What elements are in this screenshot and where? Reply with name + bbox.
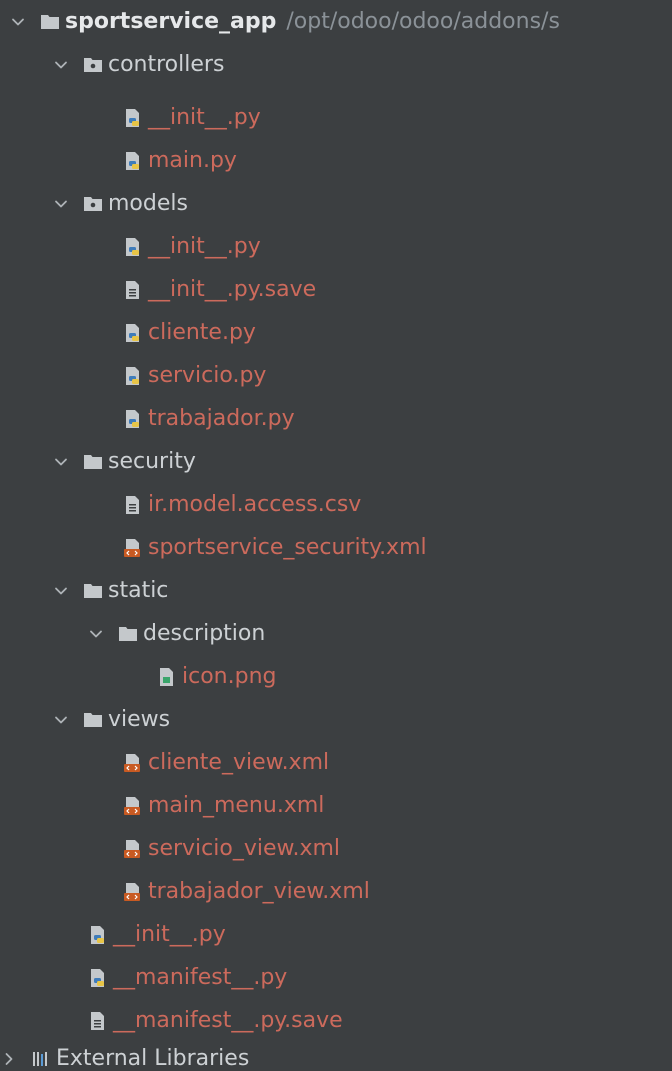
python-file-icon xyxy=(122,107,144,129)
chevron-down-icon[interactable] xyxy=(52,582,70,600)
tree-node-label: trabajador.py xyxy=(148,406,295,431)
tree-node-label: servicio_view.xml xyxy=(148,836,341,861)
xml-file-icon xyxy=(122,881,144,903)
tree-node-models-init[interactable]: __init__.py xyxy=(0,225,672,268)
tree-node-controllers-main[interactable]: main.py xyxy=(0,139,672,182)
tree-node-controllers-init[interactable]: __init__.py xyxy=(0,96,672,139)
tree-node-label: main.py xyxy=(148,148,237,173)
tree-node-label: cliente.py xyxy=(148,320,256,345)
tree-node-label: __init__.py xyxy=(148,105,261,130)
tree-node-controllers[interactable]: controllers xyxy=(0,43,672,86)
tree-node-security-access[interactable]: ir.model.access.csv xyxy=(0,483,672,526)
tree-node-static[interactable]: static xyxy=(0,569,672,612)
tree-node-security-xml[interactable]: sportservice_security.xml xyxy=(0,526,672,569)
tree-node-label: External Libraries xyxy=(56,1046,250,1071)
tree-node-label: __init__.py xyxy=(113,922,226,947)
python-file-icon xyxy=(122,150,144,172)
folder-icon xyxy=(82,580,104,602)
python-file-icon xyxy=(122,408,144,430)
tree-node-label: views xyxy=(108,707,171,732)
tree-node-label: __init__.py xyxy=(148,234,261,259)
tree-node-label: static xyxy=(108,578,169,603)
folder-icon xyxy=(82,709,104,731)
tree-node-views-servicio[interactable]: servicio_view.xml xyxy=(0,827,672,870)
python-file-icon xyxy=(122,322,144,344)
folder-icon xyxy=(117,623,139,645)
tree-node-label: ir.model.access.csv xyxy=(148,492,362,517)
tree-node-label: security xyxy=(108,449,196,474)
xml-file-icon xyxy=(122,752,144,774)
tree-node-external-libraries[interactable]: External Libraries xyxy=(0,1037,672,1071)
tree-node-views[interactable]: views xyxy=(0,698,672,741)
tree-node-models[interactable]: models xyxy=(0,182,672,225)
tree-node-security[interactable]: security xyxy=(0,440,672,483)
chevron-down-icon[interactable] xyxy=(52,195,70,213)
tree-node-label: cliente_view.xml xyxy=(148,750,330,775)
tree-node-root-manifest-save[interactable]: __manifest__.py.save xyxy=(0,999,672,1042)
tree-node-models-trabajador[interactable]: trabajador.py xyxy=(0,397,672,440)
chevron-down-icon[interactable] xyxy=(9,13,27,31)
folder-icon xyxy=(82,451,104,473)
chevron-down-icon[interactable] xyxy=(52,56,70,74)
xml-file-icon xyxy=(122,795,144,817)
tree-node-label: description xyxy=(143,621,266,646)
tree-node-label: __manifest__.py xyxy=(113,965,288,990)
chevron-down-icon[interactable] xyxy=(52,453,70,471)
tree-node-label: __manifest__.py.save xyxy=(113,1008,343,1033)
chevron-right-icon[interactable] xyxy=(0,1050,18,1068)
tree-node-models-servicio[interactable]: servicio.py xyxy=(0,354,672,397)
tree-node-label: __init__.py.save xyxy=(148,277,317,302)
tree-node-models-cliente[interactable]: cliente.py xyxy=(0,311,672,354)
library-icon xyxy=(30,1048,52,1070)
python-file-icon xyxy=(122,365,144,387)
tree-node-description[interactable]: description xyxy=(0,612,672,655)
tree-node-views-trabajador[interactable]: trabajador_view.xml xyxy=(0,870,672,913)
python-file-icon xyxy=(122,236,144,258)
text-file-icon xyxy=(87,1010,109,1032)
root-folder-path: /opt/odoo/odoo/addons/s xyxy=(286,9,560,34)
package-folder-icon xyxy=(82,193,104,215)
python-file-icon xyxy=(87,924,109,946)
tree-node-label: sportservice_security.xml xyxy=(148,535,427,560)
tree-node-label: main_menu.xml xyxy=(148,793,325,818)
folder-icon xyxy=(39,11,61,33)
tree-node-label: models xyxy=(108,191,188,216)
tree-node-label: trabajador_view.xml xyxy=(148,879,370,904)
package-folder-icon xyxy=(82,54,104,76)
xml-file-icon xyxy=(122,838,144,860)
tree-node-root-init[interactable]: __init__.py xyxy=(0,913,672,956)
tree-node-icon-png[interactable]: icon.png xyxy=(0,655,672,698)
tree-node-views-cliente[interactable]: cliente_view.xml xyxy=(0,741,672,784)
tree-node-label: servicio.py xyxy=(148,363,267,388)
text-file-icon xyxy=(122,494,144,516)
tree-node-root[interactable]: sportservice_app /opt/odoo/odoo/addons/s xyxy=(0,0,672,43)
xml-file-icon xyxy=(122,537,144,559)
chevron-down-icon[interactable] xyxy=(87,625,105,643)
tree-node-models-init-save[interactable]: __init__.py.save xyxy=(0,268,672,311)
tree-node-views-main-menu[interactable]: main_menu.xml xyxy=(0,784,672,827)
tree-node-label: icon.png xyxy=(182,664,277,689)
python-file-icon xyxy=(87,967,109,989)
project-tree: sportservice_app /opt/odoo/odoo/addons/s… xyxy=(0,0,672,1071)
root-folder-label: sportservice_app xyxy=(65,9,277,34)
tree-node-root-manifest[interactable]: __manifest__.py xyxy=(0,956,672,999)
text-file-icon xyxy=(122,279,144,301)
chevron-down-icon[interactable] xyxy=(52,711,70,729)
tree-node-label: controllers xyxy=(108,52,225,77)
image-file-icon xyxy=(156,666,178,688)
